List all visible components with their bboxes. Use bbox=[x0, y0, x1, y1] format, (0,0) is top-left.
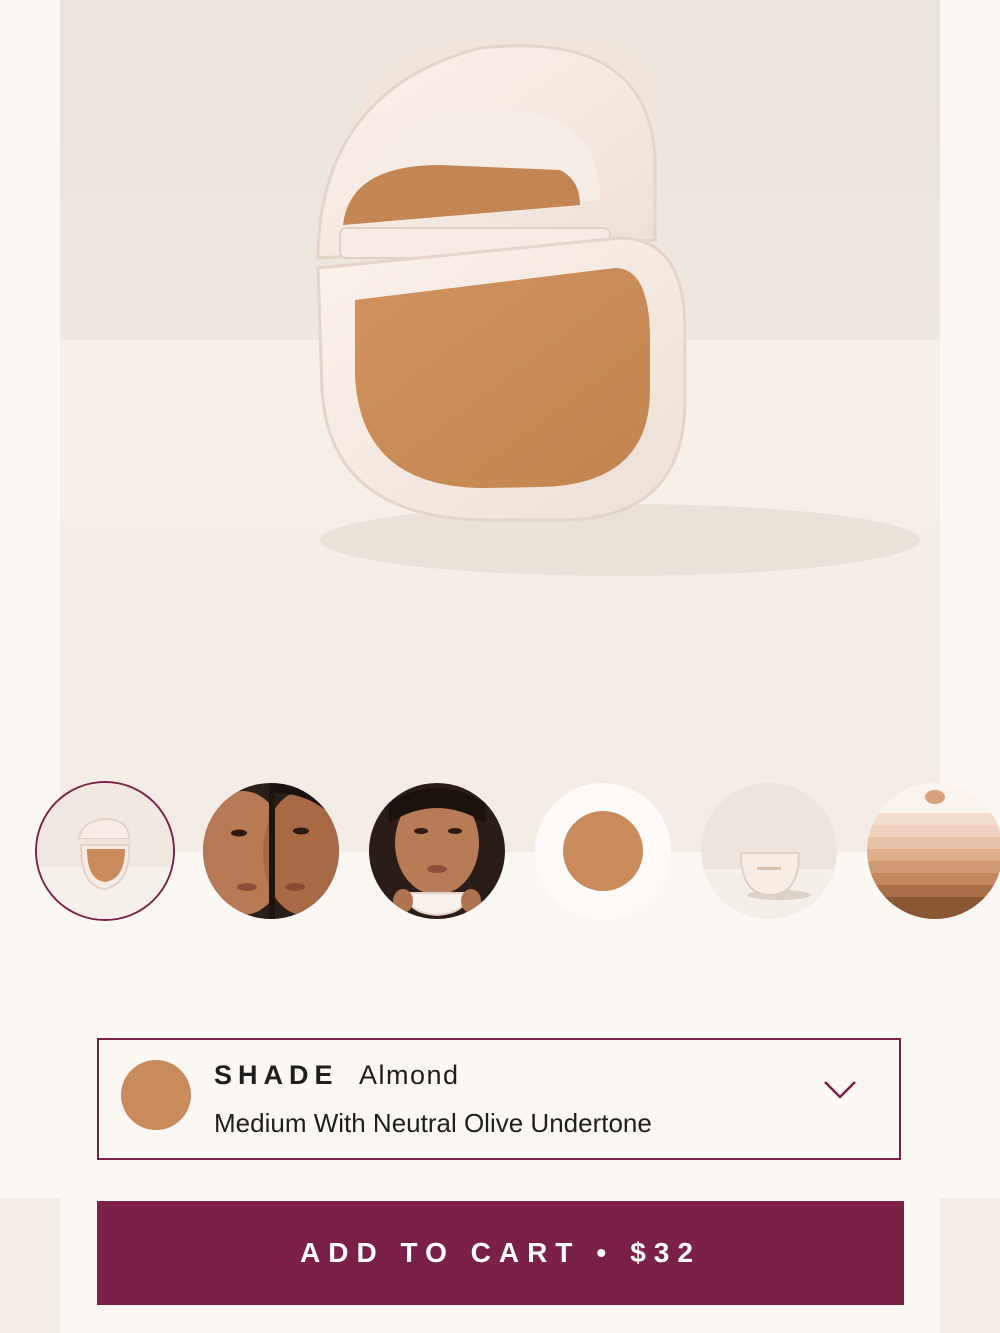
compact-open-icon bbox=[37, 783, 173, 919]
shade-swatch bbox=[121, 1060, 191, 1130]
add-to-cart-button[interactable]: ADD TO CART • $32 bbox=[97, 1201, 904, 1305]
side-panel-left bbox=[0, 1198, 60, 1333]
shade-chart-icon bbox=[867, 783, 1000, 919]
thumbnail-4[interactable] bbox=[535, 783, 671, 919]
shade-description: Medium With Neutral Olive Undertone bbox=[214, 1108, 652, 1138]
compact-powder-icon bbox=[60, 0, 940, 852]
price-separator: • bbox=[596, 1237, 615, 1268]
gallery-thumbnails bbox=[0, 780, 1000, 928]
thumbnail-5[interactable] bbox=[701, 783, 837, 919]
product-hero-image bbox=[60, 0, 940, 852]
shade-name: Almond bbox=[359, 1060, 460, 1090]
side-panel-right bbox=[940, 1198, 1000, 1333]
chevron-down-icon bbox=[824, 1081, 856, 1099]
shade-selector[interactable]: SHADE Almond Medium With Neutral Olive U… bbox=[97, 1038, 901, 1160]
shade-label: SHADE bbox=[214, 1060, 339, 1090]
thumbnail-2[interactable] bbox=[203, 783, 339, 919]
add-to-cart-label: ADD TO CART bbox=[300, 1237, 581, 1268]
thumbnail-1[interactable] bbox=[37, 783, 173, 919]
compact-closed-icon bbox=[701, 783, 837, 919]
price: $32 bbox=[630, 1237, 701, 1268]
thumbnail-3[interactable] bbox=[369, 783, 505, 919]
thumbnail-6[interactable] bbox=[867, 783, 1000, 919]
model-face-split-icon bbox=[203, 783, 339, 919]
powder-swatch-icon bbox=[535, 783, 671, 919]
model-holding-compact-icon bbox=[369, 783, 505, 919]
